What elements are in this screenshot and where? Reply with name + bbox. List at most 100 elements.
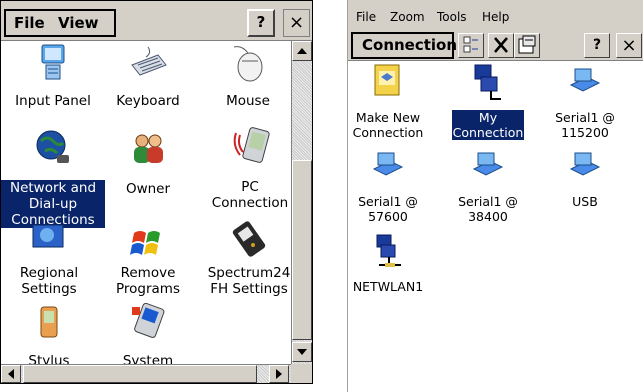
item-label: Serial1 @ xyxy=(458,194,518,209)
pc-connection-item[interactable]: PC Connection xyxy=(205,125,291,215)
new-connection-wizard-icon xyxy=(374,64,400,96)
serial1-115200-item[interactable]: Serial1 @ 115200 xyxy=(540,63,630,145)
item-label: PC xyxy=(241,179,259,195)
item-label: 57600 xyxy=(368,209,408,224)
item-label: Settings xyxy=(21,281,77,297)
make-new-connection-item[interactable]: Make New Connection xyxy=(352,63,424,145)
input-panel-item[interactable]: Input Panel xyxy=(9,43,97,113)
keyboard-item[interactable]: Keyboard xyxy=(105,43,191,113)
view-details-button[interactable] xyxy=(458,33,484,58)
scroll-left-button[interactable] xyxy=(1,365,21,383)
horizontal-scrollbar[interactable] xyxy=(1,364,291,383)
item-label: USB xyxy=(572,194,598,209)
system-icon xyxy=(132,303,165,338)
arrow-up-icon xyxy=(297,48,307,54)
spectrum24-icon xyxy=(232,221,266,257)
horizontal-scroll-thumb[interactable] xyxy=(23,365,257,383)
item-label: Make New xyxy=(355,110,421,125)
input-panel-icon xyxy=(41,44,65,80)
item-label: Connection xyxy=(452,125,524,140)
item-label: Owner xyxy=(125,181,171,197)
spectrum24-item[interactable]: Spectrum24 FH Settings xyxy=(203,217,291,297)
scrollbar-corner xyxy=(291,364,312,383)
dialup-connection-icon xyxy=(474,64,501,100)
netwlan1-item[interactable]: NETWLAN1 xyxy=(352,233,424,303)
network-connection-icon xyxy=(376,234,401,267)
help-button[interactable]: ? xyxy=(584,33,610,58)
system-item[interactable]: System xyxy=(105,303,191,364)
menu-file[interactable]: File xyxy=(14,11,45,35)
remove-programs-item[interactable]: Remove Programs xyxy=(105,217,191,297)
item-label: Programs xyxy=(116,281,180,297)
serial-connection-icon xyxy=(472,152,504,176)
item-label: System xyxy=(122,353,174,364)
mouse-item[interactable]: Mouse xyxy=(205,43,291,113)
connections-window: File Zoom Tools Help Connection ? × Make… xyxy=(347,0,643,392)
serial1-38400-item[interactable]: Serial1 @ 38400 xyxy=(446,151,530,233)
scroll-down-button[interactable] xyxy=(292,342,312,362)
item-label: NETWLAN1 xyxy=(352,279,424,294)
regional-settings-icon xyxy=(32,224,64,248)
item-label: Keyboard xyxy=(116,93,180,109)
icon-view: Input Panel Keyboard Mouse Network and D… xyxy=(1,41,291,364)
item-label: Mouse xyxy=(226,93,270,109)
pc-connection-icon xyxy=(233,127,270,163)
usb-connection-icon xyxy=(569,152,601,176)
windows-logo-icon xyxy=(130,231,160,255)
menu-tools[interactable]: Tools xyxy=(437,10,467,24)
arrow-right-icon xyxy=(276,369,282,379)
scroll-right-button[interactable] xyxy=(269,365,289,383)
item-label: Stylus xyxy=(28,353,70,364)
serial1-57600-item[interactable]: Serial1 @ 57600 xyxy=(352,151,424,233)
item-label: Connection xyxy=(352,125,424,140)
item-label: Connection xyxy=(211,195,289,211)
menu-bar: File Zoom Tools Help xyxy=(348,0,643,31)
owner-icon xyxy=(134,134,163,163)
item-label: Serial1 @ xyxy=(358,194,418,209)
item-label: Input Panel xyxy=(15,93,91,109)
arrow-down-icon xyxy=(297,349,307,355)
menu-zoom[interactable]: Zoom xyxy=(390,10,425,24)
stylus-item[interactable]: Stylus xyxy=(11,303,87,364)
menu-group: File View xyxy=(4,9,116,37)
scroll-thumb[interactable] xyxy=(292,160,312,340)
stylus-icon xyxy=(40,306,58,338)
item-label: Remove xyxy=(120,265,176,281)
menu-file[interactable]: File xyxy=(356,10,376,24)
control-panel-window: File View ? × Input Panel Keyboard Mouse… xyxy=(0,0,313,384)
arrow-left-icon xyxy=(8,369,14,379)
regional-settings-item[interactable]: Regional Settings xyxy=(11,217,87,297)
item-label: Regional xyxy=(19,265,79,281)
serial-connection-icon xyxy=(569,68,601,92)
globe-phone-icon xyxy=(36,130,69,163)
properties-button[interactable] xyxy=(514,33,540,58)
close-button[interactable]: × xyxy=(616,33,642,58)
scroll-up-button[interactable] xyxy=(292,41,312,61)
menu-help[interactable]: Help xyxy=(482,10,509,24)
connections-icon-view: Make New Connection My Connection Serial… xyxy=(348,61,643,392)
connection-menu-button[interactable]: Connection xyxy=(351,32,457,59)
item-label: Spectrum24 xyxy=(207,265,291,281)
item-label: FH Settings xyxy=(210,281,288,297)
properties-icon xyxy=(518,35,536,54)
vertical-scrollbar[interactable] xyxy=(291,41,312,364)
close-button[interactable]: × xyxy=(283,9,310,37)
usb-item[interactable]: USB xyxy=(540,151,630,233)
item-label: 115200 xyxy=(561,125,609,140)
my-connection-item[interactable]: My Connection xyxy=(446,63,530,145)
help-button[interactable]: ? xyxy=(247,9,275,37)
delete-button[interactable] xyxy=(488,33,514,58)
owner-item[interactable]: Owner xyxy=(105,125,191,197)
item-label: Network and xyxy=(1,180,105,196)
item-label: My xyxy=(452,110,524,125)
item-label: 38400 xyxy=(468,209,508,224)
mouse-icon xyxy=(233,46,263,82)
serial-connection-icon xyxy=(372,152,404,176)
menu-view[interactable]: View xyxy=(58,11,99,35)
item-label: Dial-up xyxy=(1,196,105,212)
details-view-icon xyxy=(463,36,478,53)
menu-bar: File View ? × xyxy=(1,1,312,41)
delete-x-icon xyxy=(494,37,508,53)
toolbar: Connection ? × xyxy=(348,31,643,61)
keyboard-icon xyxy=(131,46,167,76)
